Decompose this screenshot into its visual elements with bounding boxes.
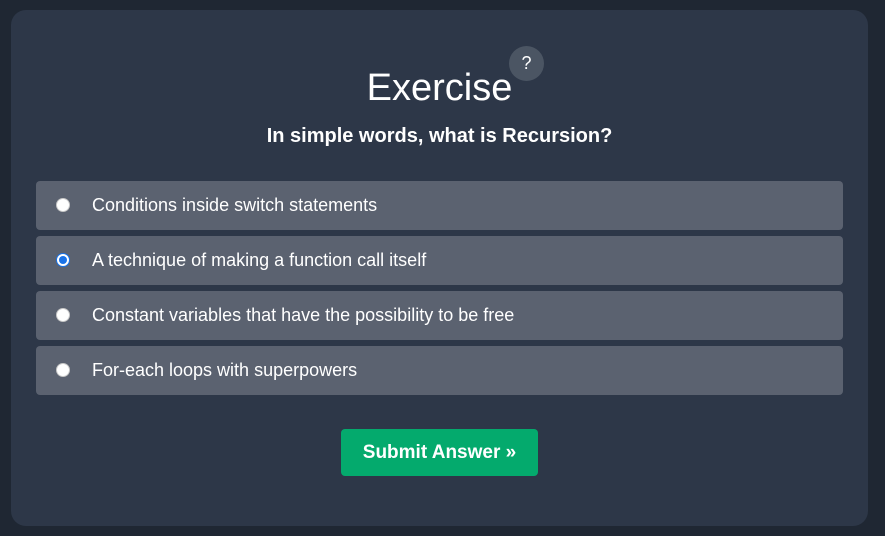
question-text: In simple words, what is Recursion? <box>266 125 613 147</box>
answer-option-2[interactable]: A technique of making a function call it… <box>36 236 843 285</box>
title-wrap: Exercise <box>11 66 868 110</box>
radio-button-selected[interactable] <box>56 253 70 267</box>
answer-option-label: A technique of making a function call it… <box>92 250 427 270</box>
radio-button[interactable] <box>56 308 70 322</box>
submit-answer-button[interactable]: Submit Answer » <box>341 429 538 476</box>
radio-button[interactable] <box>56 363 70 377</box>
answer-option-1[interactable]: Conditions inside switch statements <box>36 181 843 230</box>
answer-option-label: Conditions inside switch statements <box>92 195 378 215</box>
answer-option-label: For-each loops with superpowers <box>92 360 358 380</box>
radio-button[interactable] <box>56 198 70 212</box>
answer-option-3[interactable]: Constant variables that have the possibi… <box>36 291 843 340</box>
answer-options: Conditions inside switch statements A te… <box>36 181 843 401</box>
answer-option-label: Constant variables that have the possibi… <box>92 305 515 325</box>
exercise-card: Exercise ? In simple words, what is Recu… <box>11 10 868 526</box>
answer-option-4[interactable]: For-each loops with superpowers <box>36 346 843 395</box>
help-button[interactable]: ? <box>509 46 544 81</box>
exercise-title: Exercise <box>366 67 513 109</box>
